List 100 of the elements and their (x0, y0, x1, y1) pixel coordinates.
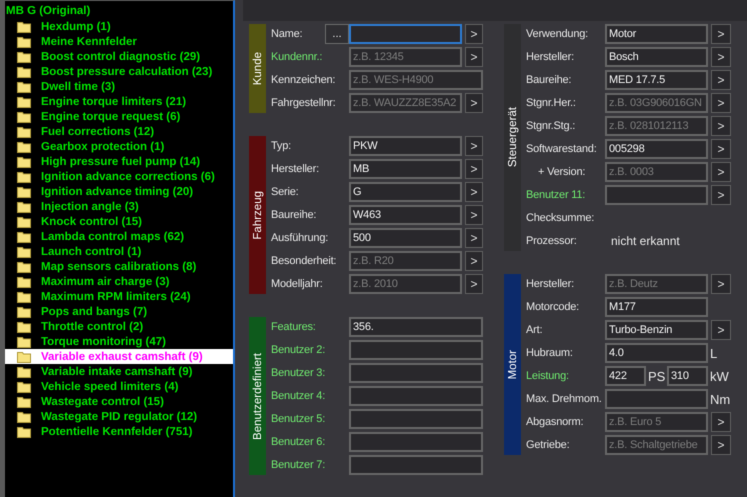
tree-item[interactable]: Map sensors calibrations (8) (5, 259, 233, 274)
input-field[interactable]: G (349, 182, 462, 202)
tree-root[interactable]: MB G (Original) (5, 4, 233, 19)
input-field[interactable]: 310 (667, 366, 708, 386)
arrow-button[interactable]: > (465, 24, 483, 44)
input-field[interactable]: z.B. 0003 (605, 162, 708, 182)
arrow-button[interactable]: > (465, 274, 483, 294)
tree-item[interactable]: Maximum RPM limiters (24) (5, 289, 233, 304)
input-field[interactable]: PKW (349, 136, 462, 156)
arrow-button[interactable]: > (465, 47, 483, 67)
input-field[interactable]: z.B. R20 (349, 251, 462, 271)
arrow-button[interactable]: > (465, 205, 483, 225)
tree-item[interactable]: Knock control (15) (5, 214, 233, 229)
tree-item[interactable]: Dwell time (3) (5, 79, 233, 94)
arrow-button[interactable]: > (711, 139, 731, 159)
input-field[interactable]: MED 17.7.5 (605, 70, 708, 90)
folder-icon (17, 290, 31, 302)
arrow-button[interactable]: > (711, 70, 731, 90)
folder-icon (17, 96, 31, 108)
arrow-button[interactable]: > (711, 412, 731, 432)
arrow-button[interactable]: > (711, 185, 731, 205)
tree-item[interactable]: Injection angle (3) (5, 199, 233, 214)
input-field[interactable]: z.B. 2010 (349, 274, 462, 294)
tree-item[interactable]: Variable intake camshaft (9) (5, 364, 233, 379)
input-field[interactable] (349, 432, 483, 452)
input-field[interactable]: Motor (605, 24, 708, 44)
input-field[interactable] (349, 340, 483, 360)
input-field[interactable]: z.B. Schaltgetriebe (605, 435, 708, 455)
input-field[interactable]: z.B. WAUZZZ8E35A2 (349, 93, 462, 113)
input-field[interactable]: W463 (349, 205, 462, 225)
input-field[interactable]: MB (349, 159, 462, 179)
tree-item[interactable]: Fuel corrections (12) (5, 124, 233, 139)
arrow-button[interactable]: > (465, 93, 483, 113)
tree-item[interactable]: Lambda control maps (62) (5, 229, 233, 244)
tree-item[interactable]: Meine Kennfelder (5, 34, 233, 49)
input-field[interactable]: M177 (605, 297, 708, 317)
tree-item[interactable]: Maximum air charge (3) (5, 274, 233, 289)
tree-item[interactable]: Launch control (1) (5, 244, 233, 259)
arrow-button[interactable]: > (711, 47, 731, 67)
input-field[interactable] (349, 363, 483, 383)
tree-item[interactable]: Throttle control (2) (5, 319, 233, 334)
input-field[interactable]: 005298 (605, 139, 708, 159)
folder-icon (17, 216, 31, 228)
folder-icon (17, 380, 31, 392)
tree-item[interactable]: Ignition advance corrections (6) (5, 169, 233, 184)
group-title: Kunde (252, 52, 264, 86)
input-field[interactable]: z.B. 12345 (349, 47, 462, 67)
folder-icon (17, 230, 31, 242)
input-field[interactable] (349, 409, 483, 429)
tree-item[interactable]: Boost control diagnostic (29) (5, 49, 233, 64)
tree-item[interactable]: Engine torque limiters (21) (5, 94, 233, 109)
arrow-button[interactable]: > (711, 116, 731, 136)
tree-item[interactable]: Torque monitoring (47) (5, 334, 233, 349)
tree-item[interactable]: Gearbox protection (1) (5, 139, 233, 154)
input-field[interactable] (349, 386, 483, 406)
input-field[interactable]: z.B. Euro 5 (605, 412, 708, 432)
tree-item[interactable]: Vehicle speed limiters (4) (5, 379, 233, 394)
arrow-button[interactable]: > (465, 228, 483, 248)
arrow-button[interactable]: > (711, 435, 731, 455)
input-field[interactable]: 4.0 (605, 343, 708, 363)
tree-item[interactable]: Pops and bangs (7) (5, 304, 233, 319)
arrow-button[interactable]: > (711, 24, 731, 44)
input-field[interactable]: z.B. 0281012113 (605, 116, 708, 136)
more-button[interactable]: ... (325, 24, 349, 44)
input-field[interactable] (605, 389, 708, 409)
tree-item[interactable]: Boost pressure calculation (23) (5, 64, 233, 79)
tree-item[interactable]: Wastegate PID regulator (12) (5, 409, 233, 424)
tree-item[interactable]: Ignition advance timing (20) (5, 184, 233, 199)
input-field[interactable]: Bosch (605, 47, 708, 67)
input-field[interactable] (349, 24, 462, 44)
arrow-button[interactable]: > (711, 93, 731, 113)
tree-item[interactable]: High pressure fuel pump (14) (5, 154, 233, 169)
arrow-button[interactable]: > (711, 274, 731, 294)
input-field[interactable] (605, 185, 708, 205)
input-field[interactable]: z.B. WES-H4900 (349, 70, 483, 90)
input-field[interactable]: z.B. Deutz (605, 274, 708, 294)
arrow-button[interactable]: > (465, 182, 483, 202)
field-label: Fahrgestellnr: (271, 97, 336, 109)
input-field[interactable]: 500 (349, 228, 462, 248)
field-label: Benutzer 5: (271, 413, 326, 425)
arrow-button[interactable]: > (465, 159, 483, 179)
tree-item[interactable]: Hexdump (1) (5, 19, 233, 34)
arrow-button[interactable]: > (465, 136, 483, 156)
tree-item[interactable]: Engine torque request (6) (5, 109, 233, 124)
tree-item[interactable]: Wastegate control (15) (5, 394, 233, 409)
arrow-button[interactable]: > (465, 251, 483, 271)
input-field[interactable] (349, 455, 483, 475)
field-label: Baureihe: (526, 74, 572, 86)
input-field[interactable]: 356. (349, 317, 483, 337)
input-field[interactable]: Turbo-Benzin (605, 320, 708, 340)
arrow-button[interactable]: > (711, 320, 731, 340)
input-field[interactable]: 422 (605, 366, 646, 386)
field-label: Hersteller: (271, 163, 320, 175)
arrow-button[interactable]: > (711, 162, 731, 182)
folder-icon (17, 20, 31, 32)
tree-item[interactable]: Potentielle Kennfelder (751) (5, 424, 233, 439)
field-label: Prozessor: (526, 235, 578, 247)
field-label: Art: (526, 324, 544, 336)
folder-icon (17, 246, 31, 258)
input-field[interactable]: z.B. 03G906016GN (605, 93, 708, 113)
